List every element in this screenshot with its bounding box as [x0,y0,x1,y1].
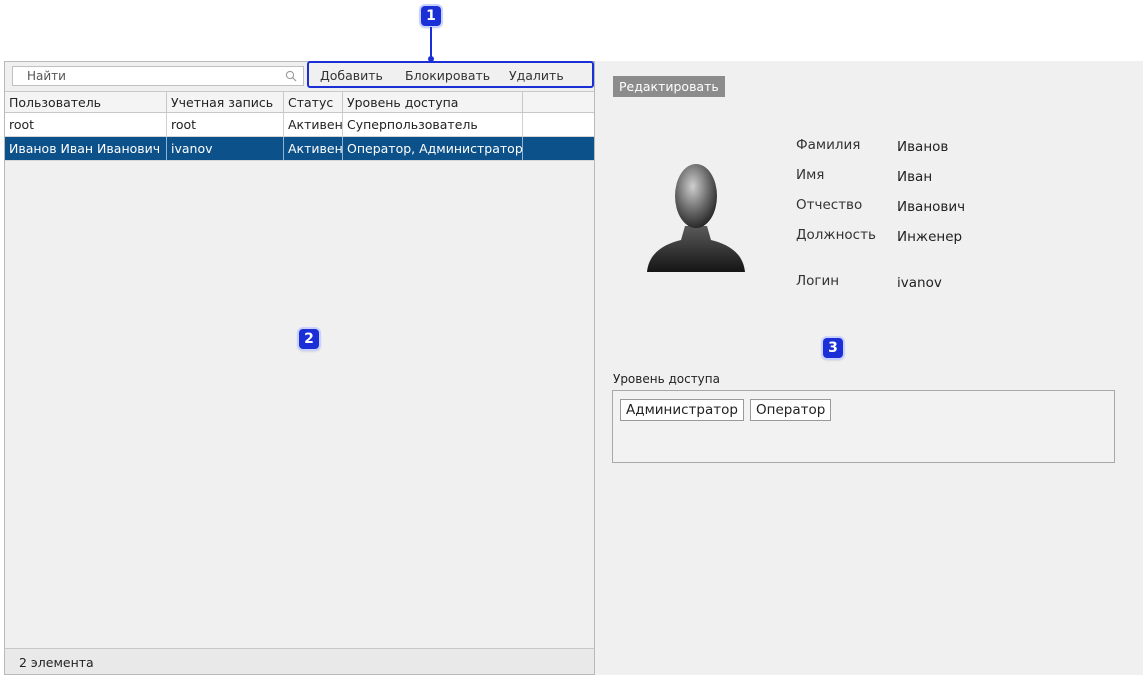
status-bar: 2 элемента [5,648,594,674]
cell-empty [523,113,594,136]
name-label: Имя [796,167,825,183]
cell-status: Активен [284,137,343,160]
cell-access-level: Суперпользователь [343,113,523,136]
search-icon[interactable] [285,70,297,82]
cell-status: Активен [284,113,343,136]
surname-label: Фамилия [796,137,861,153]
cell-access-level: Оператор, Администратор [343,137,523,160]
avatar [647,164,745,272]
cell-account: ivanov [167,137,284,160]
position-label: Должность [796,227,876,243]
search-field[interactable] [12,66,304,86]
cell-empty [523,137,594,160]
annotation-marker-2: 2 [299,329,319,349]
role-chip-administrator[interactable]: Администратор [620,399,744,421]
item-count: 2 элемента [19,655,94,670]
patronymic-label: Отчество [796,197,863,213]
column-header-access-level[interactable]: Уровень доступа [343,92,523,112]
edit-button[interactable]: Редактировать [613,76,725,97]
cell-user: root [5,113,167,136]
users-list-panel: Добавить Блокировать Удалить Пользовател… [4,61,595,675]
annotation-marker-1: 1 [421,6,441,26]
cell-account: root [167,113,284,136]
column-header-empty [523,92,594,112]
login-label: Логин [796,273,840,289]
patronymic-value: Иванович [897,199,966,215]
name-value: Иван [897,169,933,185]
column-header-user[interactable]: Пользователь [5,92,167,112]
column-header-account[interactable]: Учетная запись [167,92,284,112]
toolbar-highlight [307,61,594,88]
annotation-marker-3: 3 [823,338,843,358]
callout-line [430,27,432,58]
surname-value: Иванов [897,139,949,155]
table-row[interactable]: root root Активен Суперпользователь [5,113,594,137]
table-header: Пользователь Учетная запись Статус Урове… [5,91,594,113]
user-details-panel: Редактировать Фамилия Иванов Имя Иван От… [595,61,1143,675]
access-level-box: Администратор Оператор [612,390,1115,463]
access-level-title: Уровень доступа [613,372,720,386]
column-header-status[interactable]: Статус [284,92,343,112]
position-value: Инженер [897,229,963,245]
cell-user: Иванов Иван Иванович [5,137,167,160]
login-value: ivanov [897,275,942,291]
role-chip-operator[interactable]: Оператор [750,399,832,421]
search-input[interactable] [13,67,282,85]
table-row-selected[interactable]: Иванов Иван Иванович ivanov Активен Опер… [5,137,594,161]
